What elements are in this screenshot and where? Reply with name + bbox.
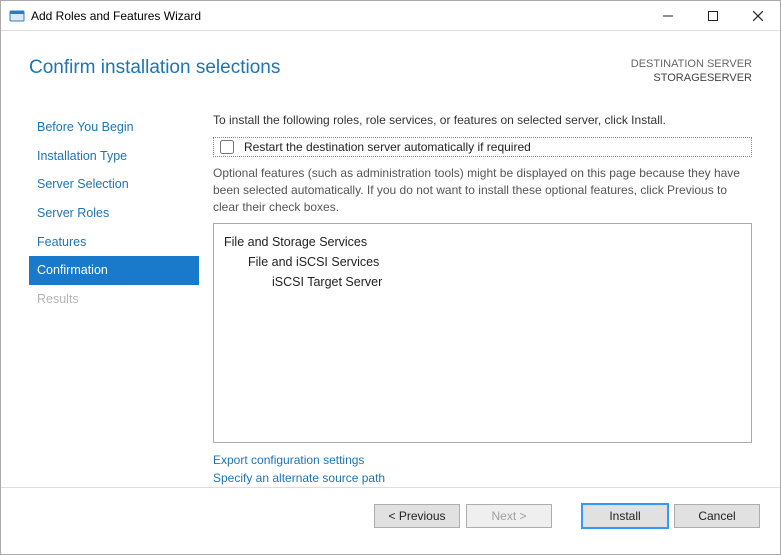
- nav-item-installation-type[interactable]: Installation Type: [29, 142, 199, 171]
- nav-item-before-you-begin[interactable]: Before You Begin: [29, 113, 199, 142]
- wizard-footer: < Previous Next > Install Cancel: [1, 487, 780, 543]
- link-area: Export configuration settings Specify an…: [213, 451, 752, 487]
- restart-label[interactable]: Restart the destination server automatic…: [244, 140, 531, 154]
- maximize-button[interactable]: [690, 1, 735, 30]
- selection-item: File and Storage Services: [224, 232, 741, 252]
- alternate-source-link[interactable]: Specify an alternate source path: [213, 469, 752, 487]
- optional-features-note: Optional features (such as administratio…: [213, 165, 752, 215]
- selections-list: File and Storage ServicesFile and iSCSI …: [213, 223, 752, 443]
- intro-text: To install the following roles, role ser…: [213, 113, 752, 127]
- destination-name: STORAGESERVER: [631, 71, 752, 85]
- nav-item-features[interactable]: Features: [29, 228, 199, 257]
- app-icon: [9, 8, 25, 24]
- nav-item-results: Results: [29, 285, 199, 314]
- destination-server-box: DESTINATION SERVER STORAGESERVER: [631, 57, 752, 86]
- restart-checkbox[interactable]: [220, 140, 234, 154]
- install-button[interactable]: Install: [582, 504, 668, 528]
- minimize-button[interactable]: [645, 1, 690, 30]
- previous-button[interactable]: < Previous: [374, 504, 460, 528]
- wizard-main: To install the following roles, role ser…: [199, 107, 760, 487]
- title-bar: Add Roles and Features Wizard: [1, 1, 780, 31]
- close-button[interactable]: [735, 1, 780, 30]
- window-title: Add Roles and Features Wizard: [31, 9, 645, 23]
- nav-item-server-roles[interactable]: Server Roles: [29, 199, 199, 228]
- cancel-button[interactable]: Cancel: [674, 504, 760, 528]
- window-controls: [645, 1, 780, 30]
- wizard-body: Before You BeginInstallation TypeServer …: [1, 107, 780, 487]
- wizard-header: Confirm installation selections DESTINAT…: [1, 31, 780, 107]
- selection-item: File and iSCSI Services: [224, 252, 741, 272]
- wizard-nav: Before You BeginInstallation TypeServer …: [29, 107, 199, 487]
- nav-item-server-selection[interactable]: Server Selection: [29, 170, 199, 199]
- next-button: Next >: [466, 504, 552, 528]
- nav-item-confirmation[interactable]: Confirmation: [29, 256, 199, 285]
- destination-label: DESTINATION SERVER: [631, 57, 752, 71]
- restart-row: Restart the destination server automatic…: [213, 137, 752, 157]
- selection-item: iSCSI Target Server: [224, 272, 741, 292]
- export-config-link[interactable]: Export configuration settings: [213, 451, 752, 469]
